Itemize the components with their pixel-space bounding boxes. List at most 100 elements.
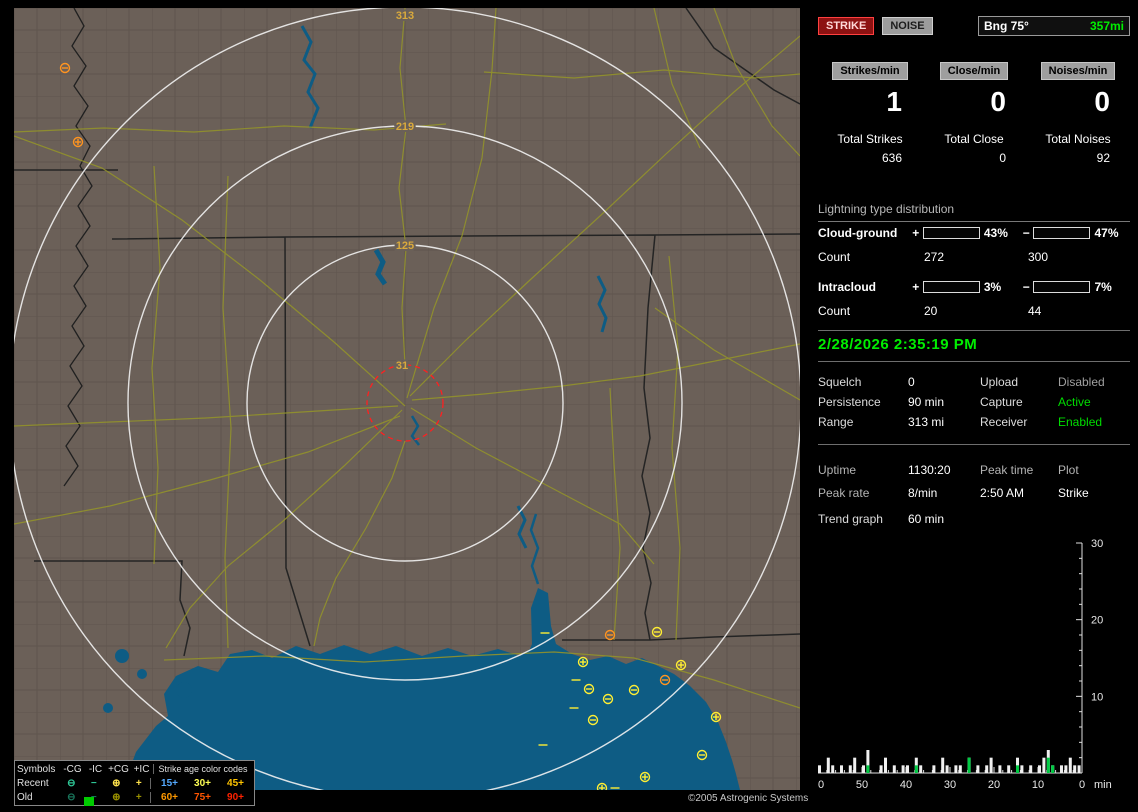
- activity-indicator: [84, 797, 94, 806]
- map-canvas[interactable]: 313 219 125 31: [14, 8, 800, 790]
- persistence-value: 90 min: [908, 395, 980, 409]
- peak-rate-value: 8/min: [908, 486, 980, 500]
- range-value: 313 mi: [908, 415, 980, 429]
- noises-per-min-value: 0: [1026, 86, 1130, 118]
- plot-label: Plot: [1058, 463, 1130, 477]
- range-label: Range: [818, 415, 908, 429]
- range-label-31: 31: [396, 360, 408, 372]
- age-code-45: 45+: [219, 778, 252, 789]
- old-pos-cg-icon: ⊕: [105, 792, 128, 803]
- old-neg-cg-icon: ⊖: [60, 792, 83, 803]
- age-code-15: 15+: [153, 778, 186, 789]
- settings-section: Squelch 0 Upload Disabled Persistence 90…: [818, 372, 1130, 432]
- close-per-min-value: 0: [922, 86, 1026, 118]
- svg-text:50: 50: [856, 779, 868, 791]
- trend-window-value: 60 min: [908, 512, 1130, 526]
- age-code-30: 30+: [186, 778, 219, 789]
- svg-text:60: 60: [818, 779, 824, 791]
- svg-text:min: min: [1094, 779, 1112, 791]
- trend-graph-canvas: 3020106050403020100min: [818, 536, 1130, 810]
- bearing-box: Bng 75° 357mi: [978, 16, 1130, 36]
- trend-graph-label: Trend graph: [818, 512, 908, 526]
- svg-text:30: 30: [1091, 538, 1103, 550]
- noise-indicator-button[interactable]: NOISE: [882, 17, 932, 35]
- total-noises-value: 92: [1026, 151, 1130, 165]
- separator: [818, 361, 1130, 362]
- upload-status: Disabled: [1058, 375, 1130, 389]
- range-label-219: 219: [396, 121, 414, 133]
- settings-row: Range 313 mi Receiver Enabled: [818, 412, 1130, 432]
- cg-plus-sign: +: [909, 226, 923, 240]
- ic-count-label: Count: [818, 304, 924, 318]
- map-legend: Symbols -CG -IC +CG +IC Strike age color…: [14, 760, 255, 806]
- total-strikes-label: Total Strikes: [818, 132, 922, 146]
- ic-minus-sign: −: [1019, 280, 1033, 294]
- total-strikes-value: 636: [818, 151, 922, 165]
- intracloud-label: Intracloud: [818, 280, 909, 294]
- receiver-status: Enabled: [1058, 415, 1130, 429]
- cloud-ground-row: Cloud-ground + 43% − 47%: [818, 226, 1130, 240]
- ic-minus-bar: [1033, 281, 1090, 293]
- legend-col-neg-cg: -CG: [61, 764, 84, 775]
- age-code-60: 60+: [153, 792, 186, 803]
- cg-plus-count: 272: [924, 250, 1028, 264]
- range-label-125: 125: [396, 240, 414, 252]
- svg-text:20: 20: [1091, 615, 1103, 627]
- bearing-label: Bng 75°: [984, 19, 1029, 33]
- svg-text:30: 30: [944, 779, 956, 791]
- age-code-75: 75+: [186, 792, 219, 803]
- cloud-ground-label: Cloud-ground: [818, 226, 909, 240]
- peak-time-value: 2:50 AM: [980, 486, 1058, 500]
- rates-section: Strikes/min Close/min Noises/min 1 0 0 T…: [818, 62, 1130, 165]
- svg-text:10: 10: [1091, 691, 1103, 703]
- total-noises-label: Total Noises: [1026, 132, 1130, 146]
- capture-label: Capture: [980, 395, 1058, 409]
- capture-status: Active: [1058, 395, 1130, 409]
- total-close-value: 0: [922, 151, 1026, 165]
- squelch-value: 0: [908, 375, 980, 389]
- bearing-range: 357mi: [1090, 19, 1124, 33]
- legend-old-row: Old ⊖ − ⊕ + 60+ 75+ 90+: [17, 790, 252, 804]
- svg-text:20: 20: [988, 779, 1000, 791]
- upload-label: Upload: [980, 375, 1058, 389]
- settings-row: Squelch 0 Upload Disabled: [818, 372, 1130, 392]
- app-window: 313 219 125 31 Symbols -CG -IC +CG +IC S…: [0, 0, 1138, 812]
- ic-minus-count: 44: [1028, 304, 1130, 318]
- legend-old-label: Old: [17, 792, 60, 803]
- strikes-per-min-chip[interactable]: Strikes/min: [832, 62, 907, 80]
- settings-row: Persistence 90 min Capture Active: [818, 392, 1130, 412]
- legend-recent-label: Recent: [17, 778, 60, 789]
- separator: [818, 330, 1130, 331]
- copyright-text: ©2005 Astrogenic Systems: [688, 793, 808, 804]
- ic-plus-sign: +: [909, 280, 923, 294]
- range-label-313: 313: [396, 10, 414, 22]
- ic-minus-pct: 7%: [1094, 280, 1130, 294]
- strike-indicator-button[interactable]: STRIKE: [818, 17, 874, 35]
- cg-minus-sign: −: [1019, 226, 1033, 240]
- separator: [818, 444, 1130, 445]
- legend-symbols-header: Symbols: [17, 764, 61, 775]
- intracloud-count-row: Count 20 44: [818, 304, 1130, 318]
- close-per-min-chip[interactable]: Close/min: [940, 62, 1009, 80]
- legend-recent-row: Recent ⊖ − ⊕ + 15+ 30+ 45+: [17, 776, 252, 790]
- stats-row: Peak rate 8/min 2:50 AM Strike: [818, 481, 1130, 504]
- datetime-display: 2/28/2026 2:35:19 PM: [818, 336, 1130, 353]
- legend-age-header: Strike age color codes: [153, 764, 252, 774]
- noises-per-min-chip[interactable]: Noises/min: [1041, 62, 1116, 80]
- persistence-label: Persistence: [818, 395, 908, 409]
- legend-col-pos-ic: +IC: [130, 764, 153, 775]
- cg-minus-count: 300: [1028, 250, 1130, 264]
- recent-neg-ic-icon: −: [83, 778, 106, 789]
- recent-pos-ic-icon: +: [128, 778, 151, 789]
- svg-text:10: 10: [1032, 779, 1044, 791]
- recent-neg-cg-icon: ⊖: [60, 778, 83, 789]
- legend-col-neg-ic: -IC: [84, 764, 107, 775]
- status-panel: STRIKE NOISE Bng 75° 357mi Strikes/min C…: [812, 0, 1138, 812]
- map-area[interactable]: 313 219 125 31: [14, 8, 800, 790]
- cg-minus-bar: [1033, 227, 1090, 239]
- peak-rate-label: Peak rate: [818, 486, 908, 500]
- cg-plus-pct: 43%: [984, 226, 1020, 240]
- ic-plus-count: 20: [924, 304, 1028, 318]
- cg-plus-bar: [923, 227, 980, 239]
- legend-header-row: Symbols -CG -IC +CG +IC Strike age color…: [17, 762, 252, 776]
